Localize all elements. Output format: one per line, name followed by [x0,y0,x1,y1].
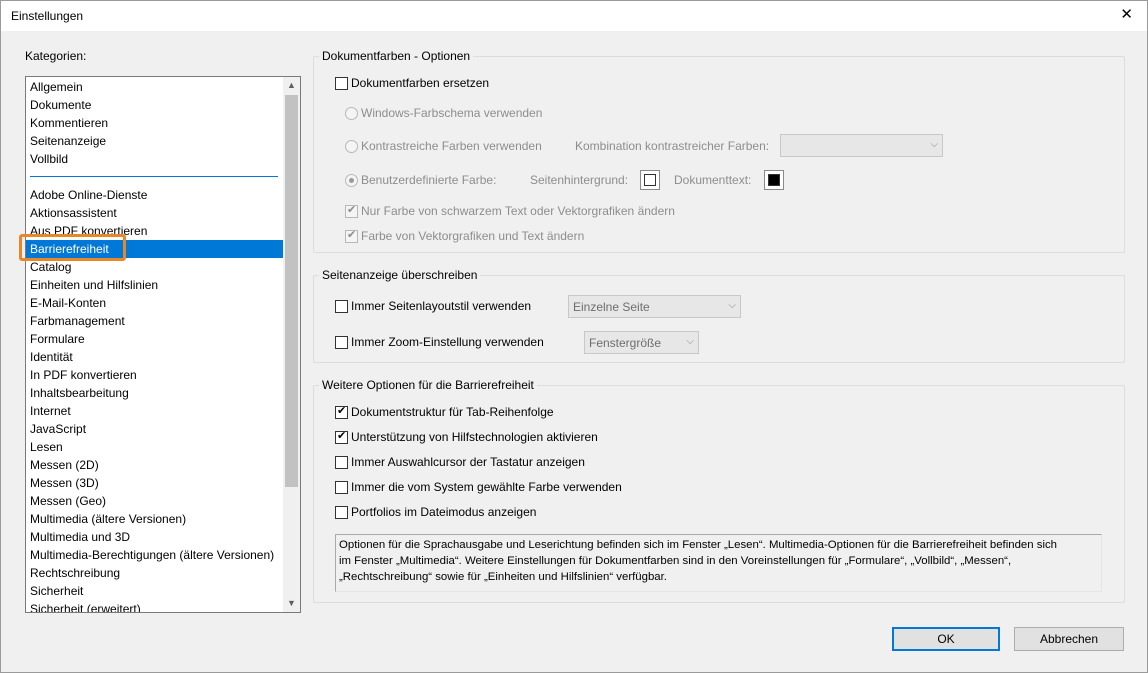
settings-dialog: Einstellungen ✕ Kategorien: Allgemein Do… [0,0,1148,673]
category-item[interactable]: Farbmanagement [26,312,283,330]
high-contrast-label: Kontrastreiche Farben verwenden [361,139,542,153]
category-item[interactable]: Kommentieren [26,114,283,132]
vector-text-checkbox[interactable]: ✔ [345,229,358,243]
portfolio-file-mode-checkbox[interactable] [335,506,348,519]
category-separator [30,176,278,177]
windows-scheme-label: Windows-Farbschema verwenden [361,106,543,120]
category-item[interactable]: Einheiten und Hilfslinien [26,276,283,294]
selection-highlight-frame [19,234,126,261]
chevron-down-icon: ⌵ [728,300,736,311]
info-line: im Fenster „Multimedia“. Weitere Einstel… [339,555,1012,567]
category-item[interactable]: Sicherheit [26,582,283,600]
contrast-combo-select[interactable]: ⌵ [780,134,943,157]
category-item[interactable]: Formulare [26,330,283,348]
windows-scheme-radio[interactable] [345,107,358,120]
doc-colors-title: Dokumentfarben - Optionen [319,49,474,63]
cancel-button[interactable]: Abbrechen [1014,627,1124,651]
ok-button[interactable]: OK [892,627,1000,651]
replace-colors-checkbox[interactable] [335,77,348,90]
page-bg-color [644,174,656,186]
category-item[interactable]: Allgemein [26,78,283,96]
page-bg-label: Seitenhintergrund: [530,173,629,187]
info-text-box: Optionen für die Sprachausgabe und Leser… [335,534,1102,592]
page-display-title: Seitenanzeige überschreiben [319,268,481,282]
category-item[interactable]: In PDF konvertieren [26,366,283,384]
layout-style-checkbox[interactable] [335,300,348,313]
layout-style-select[interactable]: Einzelne Seite ⌵ [568,295,741,318]
category-item[interactable]: Identität [26,348,283,366]
keyboard-cursor-label: Immer Auswahlcursor der Tastatur anzeige… [351,455,585,469]
system-color-checkbox[interactable] [335,481,348,494]
zoom-value: Fenstergröße [589,336,662,350]
category-item[interactable]: Vollbild [26,150,283,168]
category-item[interactable]: Messen (Geo) [26,492,283,510]
checkmark-icon: ✔ [347,229,357,241]
category-item[interactable]: E-Mail-Konten [26,294,283,312]
more-options-title: Weitere Optionen für die Barrierefreihei… [319,378,537,392]
category-item[interactable]: Multimedia (ältere Versionen) [26,510,283,528]
category-item[interactable]: Aktionsassistent [26,204,283,222]
page-bg-swatch[interactable] [640,170,660,190]
doc-text-swatch[interactable] [764,170,784,190]
categories-scrollbar[interactable]: ▲ ▼ [283,77,300,612]
category-item[interactable]: Multimedia und 3D [26,528,283,546]
zoom-label: Immer Zoom-Einstellung verwenden [351,335,544,349]
layout-style-value: Einzelne Seite [573,300,650,314]
portfolio-file-mode-label: Portfolios im Dateimodus anzeigen [351,505,537,519]
window-title: Einstellungen [11,9,84,23]
vector-text-label: Farbe von Vektorgrafiken und Text ändern [361,229,585,243]
keyboard-cursor-checkbox[interactable] [335,456,348,469]
zoom-checkbox[interactable] [335,336,348,349]
scroll-up-icon[interactable]: ▲ [283,77,300,94]
category-item[interactable]: Internet [26,402,283,420]
system-color-label: Immer die vom System gewählte Farbe verw… [351,480,622,494]
checkmark-icon: ✔ [347,204,357,216]
radio-dot [349,178,354,183]
checkmark-icon: ✔ [337,430,347,442]
category-item[interactable]: Multimedia-Berechtigungen (ältere Versio… [26,546,283,564]
doc-text-label: Dokumenttext: [674,173,752,187]
scrollbar-thumb[interactable] [285,95,298,487]
tab-order-label: Dokumentstruktur für Tab-Reihenfolge [351,405,554,419]
assistive-tech-checkbox[interactable]: ✔ [335,430,348,444]
replace-colors-label: Dokumentfarben ersetzen [351,76,490,90]
category-item[interactable]: Inhaltsbearbeitung [26,384,283,402]
page-display-group [313,275,1125,363]
categories-label: Kategorien: [25,49,87,63]
tab-order-checkbox[interactable]: ✔ [335,405,348,419]
category-item[interactable]: Adobe Online-Dienste [26,186,283,204]
category-item[interactable]: Sicherheit (erweitert) [26,600,283,612]
scroll-down-icon[interactable]: ▼ [283,595,300,612]
checkmark-icon: ✔ [337,405,347,417]
category-item[interactable]: Lesen [26,438,283,456]
category-item[interactable]: Dokumente [26,96,283,114]
chevron-down-icon: ⌵ [686,336,694,347]
assistive-tech-label: Unterstützung von Hilfstechnologien akti… [351,430,598,444]
zoom-select[interactable]: Fenstergröße ⌵ [584,331,699,354]
only-black-label: Nur Farbe von schwarzem Text oder Vektor… [361,204,675,218]
category-item[interactable]: Rechtschreibung [26,564,283,582]
category-item[interactable]: Messen (2D) [26,456,283,474]
close-icon[interactable]: ✕ [1120,7,1133,22]
custom-color-label: Benutzerdefinierte Farbe: [361,173,497,187]
categories-list[interactable]: Allgemein Dokumente Kommentieren Seitena… [25,76,301,613]
custom-color-radio[interactable] [345,174,358,187]
contrast-combo-label: Kombination kontrastreicher Farben: [575,139,770,153]
info-line: „Rechtschreibung“ sowie für „Einheiten u… [339,571,667,583]
title-bar: Einstellungen ✕ [1,1,1147,31]
category-item[interactable]: Messen (3D) [26,474,283,492]
category-item[interactable]: Seitenanzeige [26,132,283,150]
chevron-down-icon: ⌵ [930,139,938,150]
high-contrast-radio[interactable] [345,140,358,153]
doc-text-color [768,174,780,186]
category-item[interactable]: JavaScript [26,420,283,438]
only-black-checkbox[interactable]: ✔ [345,204,358,218]
info-line: Optionen für die Sprachausgabe und Leser… [339,539,1058,551]
layout-style-label: Immer Seitenlayoutstil verwenden [351,299,532,313]
